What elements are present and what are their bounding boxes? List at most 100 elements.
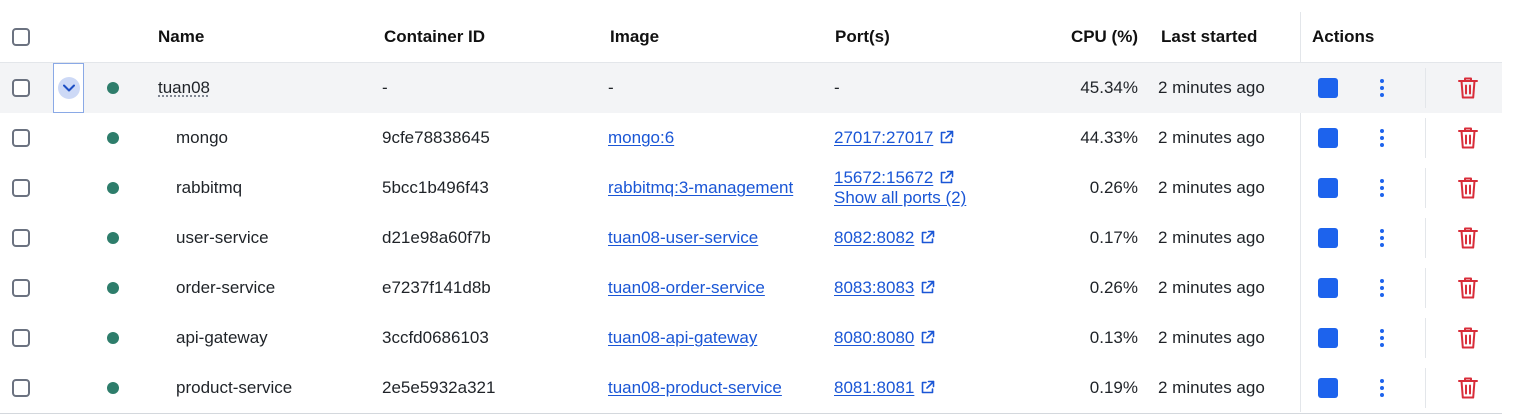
delete-button[interactable]: [1456, 213, 1480, 263]
image-link[interactable]: tuan08-api-gateway: [608, 328, 757, 348]
port-link[interactable]: 15672:15672: [834, 168, 933, 187]
show-all-ports-link[interactable]: Show all ports (2): [834, 188, 966, 208]
more-actions-button[interactable]: [1373, 313, 1391, 363]
column-header-ports[interactable]: Port(s): [835, 12, 890, 62]
image-cell: tuan08-user-service: [608, 213, 758, 263]
image-cell: tuan08-order-service: [608, 263, 765, 313]
container-name[interactable]: product-service: [176, 363, 292, 413]
image-link[interactable]: tuan08-user-service: [608, 228, 758, 248]
port-link[interactable]: 27017:27017: [834, 128, 933, 147]
select-all-checkbox[interactable]: [12, 28, 30, 46]
external-link-icon[interactable]: [939, 170, 954, 185]
image-name: -: [608, 78, 614, 97]
row-checkbox[interactable]: [12, 229, 30, 247]
trash-icon: [1458, 277, 1478, 299]
stop-button[interactable]: [1317, 363, 1338, 413]
stop-button[interactable]: [1317, 313, 1338, 363]
more-actions-button[interactable]: [1373, 213, 1391, 263]
row-select-cell: [12, 363, 34, 413]
stop-icon: [1317, 328, 1338, 348]
stop-icon: [1317, 228, 1338, 248]
delete-button[interactable]: [1456, 63, 1480, 113]
port-link[interactable]: 8081:8081: [834, 378, 914, 397]
table-header: Name Container ID Image Port(s) CPU (%) …: [0, 12, 1502, 63]
delete-button[interactable]: [1456, 113, 1480, 163]
stop-button[interactable]: [1317, 163, 1338, 213]
kebab-menu-icon: [1380, 229, 1384, 247]
kebab-menu-icon: [1380, 129, 1384, 147]
stop-icon: [1317, 78, 1338, 98]
container-row[interactable]: mongo 9cfe78838645 mongo:6 27017:27017 4…: [0, 113, 1502, 163]
row-checkbox[interactable]: [12, 179, 30, 197]
more-actions-button[interactable]: [1373, 63, 1391, 113]
container-name[interactable]: user-service: [176, 213, 269, 263]
column-header-last-started[interactable]: Last started: [1161, 12, 1257, 62]
row-checkbox[interactable]: [12, 279, 30, 297]
delete-button[interactable]: [1456, 363, 1480, 413]
image-link[interactable]: rabbitmq:3-management: [608, 178, 793, 198]
container-row[interactable]: product-service 2e5e5932a321 tuan08-prod…: [0, 363, 1502, 414]
cpu-usage: 0.26%: [1089, 178, 1138, 197]
external-link-icon[interactable]: [920, 380, 935, 395]
kebab-menu-icon: [1380, 379, 1384, 397]
select-all-cell: [12, 12, 34, 62]
external-link-icon[interactable]: [920, 330, 935, 345]
stop-button[interactable]: [1317, 113, 1338, 163]
delete-button[interactable]: [1456, 163, 1480, 213]
stop-icon: [1317, 378, 1338, 398]
status-running-icon: [107, 132, 119, 144]
trash-icon: [1458, 327, 1478, 349]
image-link[interactable]: tuan08-product-service: [608, 378, 782, 398]
kebab-menu-icon: [1380, 329, 1384, 347]
external-link-icon[interactable]: [920, 230, 935, 245]
row-checkbox[interactable]: [12, 129, 30, 147]
column-header-container-id[interactable]: Container ID: [384, 12, 485, 62]
delete-button[interactable]: [1456, 313, 1480, 363]
more-actions-button[interactable]: [1373, 263, 1391, 313]
row-checkbox[interactable]: [12, 79, 30, 97]
port-link[interactable]: 8082:8082: [834, 228, 914, 247]
stop-button[interactable]: [1317, 63, 1338, 113]
compose-group-row[interactable]: tuan08 - - - 45.34% 2 minutes ago: [0, 63, 1502, 113]
external-link-icon[interactable]: [920, 280, 935, 295]
status-cell: [107, 213, 121, 263]
stop-icon: [1317, 128, 1338, 148]
container-name[interactable]: order-service: [176, 263, 275, 313]
row-select-cell: [12, 113, 34, 163]
last-started: 2 minutes ago: [1158, 278, 1265, 297]
image-cell: tuan08-api-gateway: [608, 313, 757, 363]
container-id: 2e5e5932a321: [382, 378, 496, 397]
group-name-link[interactable]: tuan08: [158, 78, 210, 98]
more-actions-button[interactable]: [1373, 363, 1391, 413]
port-link[interactable]: 8080:8080: [834, 328, 914, 347]
container-row[interactable]: order-service e7237f141d8b tuan08-order-…: [0, 263, 1502, 313]
row-checkbox[interactable]: [12, 329, 30, 347]
column-header-cpu[interactable]: CPU (%): [1038, 12, 1138, 62]
stop-button[interactable]: [1317, 263, 1338, 313]
status-cell: [107, 163, 121, 213]
column-header-name[interactable]: Name: [158, 12, 204, 62]
container-id: 3ccfd0686103: [382, 328, 489, 347]
container-row[interactable]: api-gateway 3ccfd0686103 tuan08-api-gate…: [0, 313, 1502, 363]
delete-button[interactable]: [1456, 263, 1480, 313]
container-row[interactable]: user-service d21e98a60f7b tuan08-user-se…: [0, 213, 1502, 263]
more-actions-button[interactable]: [1373, 113, 1391, 163]
image-cell: rabbitmq:3-management: [608, 163, 793, 213]
port-line: 8083:8083: [834, 278, 935, 298]
status-running-icon: [107, 282, 119, 294]
image-link[interactable]: tuan08-order-service: [608, 278, 765, 298]
trash-icon: [1458, 227, 1478, 249]
cpu-usage: 0.19%: [1089, 378, 1138, 397]
expand-toggle-button[interactable]: [53, 63, 84, 113]
container-row[interactable]: rabbitmq 5bcc1b496f43 rabbitmq:3-managem…: [0, 163, 1502, 213]
port-link[interactable]: 8083:8083: [834, 278, 914, 297]
container-name[interactable]: mongo: [176, 113, 228, 163]
more-actions-button[interactable]: [1373, 163, 1391, 213]
row-checkbox[interactable]: [12, 379, 30, 397]
stop-button[interactable]: [1317, 213, 1338, 263]
external-link-icon[interactable]: [939, 130, 954, 145]
image-link[interactable]: mongo:6: [608, 128, 674, 148]
container-name[interactable]: api-gateway: [176, 313, 268, 363]
column-header-image[interactable]: Image: [610, 12, 659, 62]
container-name[interactable]: rabbitmq: [176, 163, 242, 213]
